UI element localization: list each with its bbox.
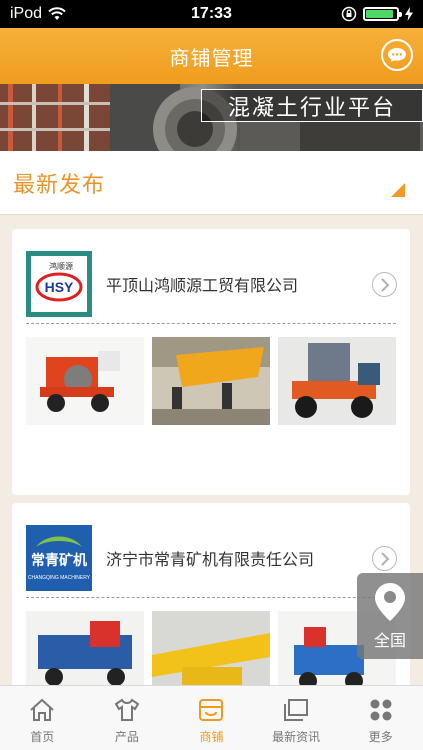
battery-icon [363, 7, 402, 21]
shop-name: 平顶山鸿顺源工贸有限公司 [106, 276, 299, 295]
chat-button[interactable] [381, 39, 413, 71]
shop-logo-subtext: CHANGQING MACHINERY [28, 575, 91, 581]
tab-label: 最新资讯 [272, 730, 321, 744]
shop-logo-text: 常青矿机 [31, 552, 87, 569]
shirt-icon [114, 698, 140, 721]
divider [26, 323, 396, 324]
status-bar: iPod 17:33 [0, 0, 423, 28]
rotation-lock-icon [341, 6, 357, 22]
news-icon [284, 699, 309, 721]
location-pin-icon [375, 583, 405, 621]
more-icon [370, 699, 392, 721]
corner-triangle-icon [391, 183, 405, 197]
tab-news[interactable]: 最新资讯 [254, 686, 339, 750]
location-button[interactable]: 全国 [357, 573, 423, 659]
product-photo[interactable] [152, 611, 270, 693]
tab-products[interactable]: 产品 [85, 686, 170, 750]
divider [26, 597, 396, 598]
shop-logo: 常青矿机 CHANGQING MACHINERY [26, 525, 92, 591]
banner[interactable]: 混凝土行业平台 [0, 84, 423, 151]
carrier-label: iPod [10, 5, 43, 22]
banner-caption: 混凝土行业平台 [201, 89, 423, 122]
svg-text:HSY: HSY [45, 279, 74, 295]
product-photo-row [26, 611, 396, 693]
tab-label: 商铺 [199, 730, 224, 744]
chevron-right-icon [380, 277, 389, 292]
section-title: 最新发布 [13, 173, 106, 198]
tab-more[interactable]: 更多 [338, 686, 423, 750]
tab-home[interactable]: 首页 [0, 686, 85, 750]
shop-card[interactable]: HSY 鸿顺源 平顶山鸿顺源工贸有限公司 [12, 229, 410, 495]
status-right [341, 6, 413, 22]
battery-fill [366, 10, 393, 18]
home-icon [30, 698, 54, 721]
location-label: 全国 [373, 631, 406, 650]
shop-logo-text: 鸿顺源 [49, 261, 73, 271]
product-photo[interactable] [152, 337, 270, 425]
product-photo[interactable] [26, 611, 144, 693]
tab-label: 首页 [30, 730, 55, 744]
chevron-right-icon [380, 551, 389, 566]
chat-bubble-icon [388, 48, 406, 62]
app-header: 商铺管理 [0, 28, 423, 84]
page-title: 商铺管理 [169, 45, 254, 70]
charging-bolt-icon [405, 7, 413, 21]
tab-label: 更多 [368, 730, 393, 744]
tab-label: 产品 [114, 730, 139, 744]
section-header: 最新发布 [0, 151, 423, 215]
shop-detail-button[interactable] [372, 272, 397, 297]
status-left: iPod [10, 5, 66, 23]
product-photo-row [26, 337, 396, 425]
shop-icon [199, 699, 224, 721]
tab-bar: 首页 产品 商铺 最新资讯 更多 [0, 685, 423, 750]
wifi-icon [48, 7, 66, 20]
shop-detail-button[interactable] [372, 546, 397, 571]
shop-card[interactable]: 常青矿机 CHANGQING MACHINERY 济宁市常青矿机有限责任公司 [12, 503, 410, 693]
product-photo[interactable] [278, 337, 396, 425]
shop-name: 济宁市常青矿机有限责任公司 [106, 550, 315, 569]
shop-logo: HSY 鸿顺源 [26, 251, 92, 317]
tab-shop[interactable]: 商铺 [169, 686, 254, 750]
product-photo[interactable] [26, 337, 144, 425]
